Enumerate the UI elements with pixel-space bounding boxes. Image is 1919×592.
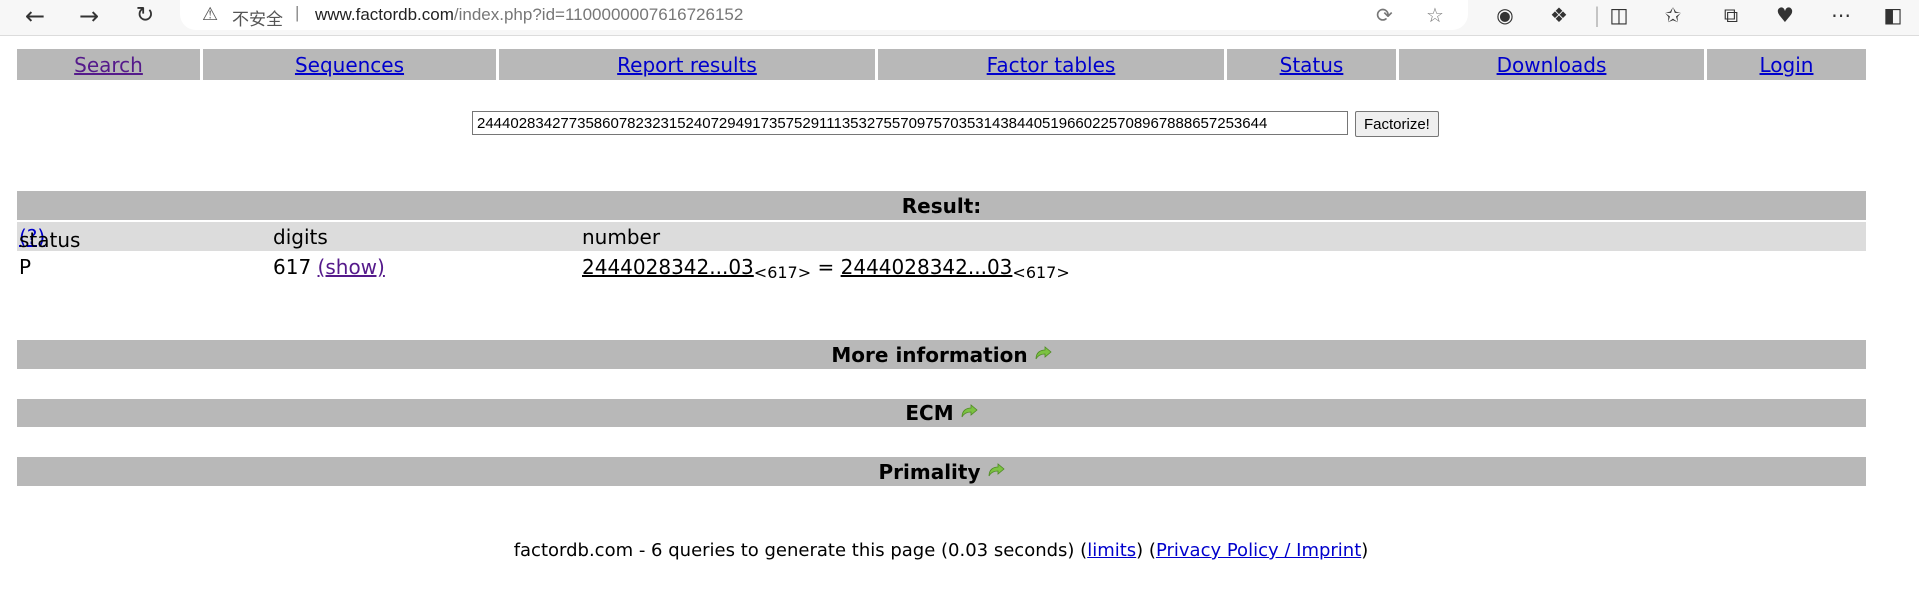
warning-triangle-icon: ⚠ — [202, 4, 219, 24]
footer-text-mid: ) ( — [1136, 540, 1156, 561]
number-right-digit-count: <617> — [1012, 263, 1070, 282]
address-separator: | — [295, 3, 300, 22]
digits-column-header: digits — [273, 225, 328, 249]
address-bar[interactable]: ⚠ 不安全 | www.factordb.com/index.php?id=11… — [180, 0, 1468, 30]
menu-cell-report-results: Report results — [499, 49, 875, 80]
search-form: Factorize! — [472, 111, 1439, 139]
more-menu-icon[interactable]: ⋯ — [1826, 3, 1856, 27]
privacy-policy-link[interactable]: Privacy Policy / Imprint — [1156, 540, 1361, 561]
status-header-label: status — [19, 228, 81, 252]
ecm-band[interactable]: ECM — [17, 399, 1866, 427]
number-link-left[interactable]: 2444028342...03 — [582, 255, 754, 279]
digits-value: 617 — [273, 255, 312, 279]
menu-cell-downloads: Downloads — [1399, 49, 1704, 80]
menu-link-downloads[interactable]: Downloads — [1497, 53, 1607, 77]
digits-cell: 617 (show) — [273, 255, 385, 279]
sidebar-toggle-icon[interactable]: ◧ — [1878, 3, 1908, 27]
menu-link-report-results[interactable]: Report results — [617, 53, 757, 77]
primality-title: Primality — [878, 459, 981, 484]
refresh-tab-icon[interactable]: ⟳ — [1376, 3, 1393, 28]
factorize-button[interactable]: Factorize! — [1355, 111, 1439, 137]
url-text: www.factordb.com/index.php?id=1100000007… — [315, 5, 743, 25]
show-digits-link[interactable]: (show) — [318, 255, 385, 279]
number-input[interactable] — [472, 111, 1348, 135]
menu-link-login[interactable]: Login — [1760, 53, 1814, 77]
footer-text: factordb.com - 6 queries to generate thi… — [513, 540, 1088, 561]
number-link-right[interactable]: 2444028342...03 — [841, 255, 1013, 279]
url-host: www.factordb.com — [315, 5, 454, 24]
menu-link-status[interactable]: Status — [1280, 53, 1344, 77]
primality-band[interactable]: Primality — [17, 457, 1866, 486]
result-title-band: Result: — [17, 191, 1866, 220]
split-screen-icon[interactable]: ◫ — [1604, 3, 1634, 27]
page-content: Search Sequences Report results Factor t… — [0, 35, 1919, 592]
page-footer: factordb.com - 6 queries to generate thi… — [0, 540, 1882, 561]
more-information-title: More information — [831, 342, 1028, 367]
status-column-header: status (?) — [19, 225, 80, 252]
forward-arrow-icon[interactable]: → — [74, 2, 104, 30]
footer-text-end: ) — [1361, 540, 1369, 561]
menu-link-factor-tables[interactable]: Factor tables — [987, 53, 1116, 77]
status-value: P — [19, 255, 32, 279]
expand-arrow-icon[interactable] — [960, 404, 978, 418]
menu-cell-status: Status — [1227, 49, 1396, 80]
insecure-label: 不安全 — [232, 10, 283, 29]
favorites-list-icon[interactable]: ✩ — [1658, 3, 1688, 27]
expand-arrow-icon[interactable] — [987, 462, 1005, 477]
equals-sign: = — [817, 255, 835, 279]
url-path: /index.php?id=1100000007616726152 — [453, 5, 744, 24]
number-left-digit-count: <617> — [753, 263, 812, 282]
collections-icon[interactable]: ⧉ — [1716, 3, 1746, 27]
menu-cell-search: Search — [17, 49, 200, 80]
table-row: P 617 (show) 2444028342...03<617> = 2444… — [17, 252, 1866, 282]
favorite-star-icon[interactable]: ☆ — [1426, 3, 1444, 28]
extensions-puzzle-icon[interactable]: ❖ — [1544, 3, 1574, 27]
back-arrow-icon[interactable]: ← — [20, 2, 50, 30]
menu-link-search[interactable]: Search — [74, 53, 143, 77]
ecm-title: ECM — [905, 401, 954, 425]
result-title: Result: — [901, 193, 982, 218]
result-header-row: status (?) digits number — [17, 222, 1866, 252]
menu-cell-login: Login — [1707, 49, 1866, 80]
menu-cell-sequences: Sequences — [203, 49, 496, 80]
limits-link[interactable]: limits — [1087, 540, 1136, 561]
browser-health-icon[interactable]: ♥ — [1770, 3, 1800, 27]
menu-cell-factor-tables: Factor tables — [878, 49, 1224, 80]
more-information-band[interactable]: More information — [17, 340, 1866, 369]
number-cell: 2444028342...03<617> = 2444028342...03<6… — [582, 255, 1070, 282]
browser-toolbar: ← → ↻ ⚠ 不安全 | www.factordb.com/index.php… — [0, 0, 1919, 36]
reload-icon[interactable]: ↻ — [130, 2, 160, 30]
menu-link-sequences[interactable]: Sequences — [295, 53, 404, 77]
main-menu: Search Sequences Report results Factor t… — [17, 49, 1866, 80]
extension-globe-icon[interactable]: ◉ — [1490, 3, 1520, 27]
number-column-header: number — [582, 225, 661, 249]
expand-arrow-icon[interactable] — [1034, 345, 1052, 360]
